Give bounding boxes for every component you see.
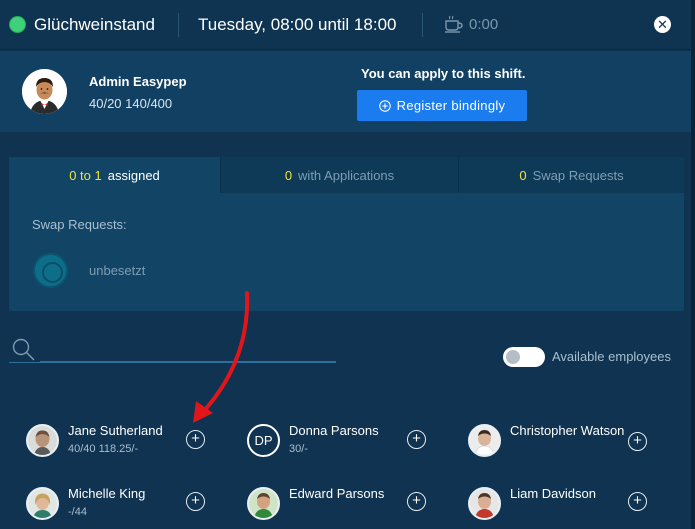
add-employee-button[interactable]: + (628, 492, 647, 511)
employee-card[interactable]: Liam Davidson (468, 483, 678, 527)
swap-requests-title: Swap Requests: (32, 217, 127, 232)
header-divider (178, 13, 179, 37)
toggle-knob (506, 350, 520, 364)
employee-name: Edward Parsons (289, 486, 385, 501)
employee-avatar (26, 487, 59, 520)
status-indicator (9, 16, 26, 33)
plus-circle-icon (378, 99, 391, 112)
plus-icon: + (191, 492, 200, 509)
avatar-illustration (22, 69, 67, 114)
search-icon (12, 338, 35, 361)
employee-name: Michelle King (68, 486, 146, 501)
shift-name: Glüchweinstand (34, 15, 155, 34)
shift-header: Glüchweinstand Tuesday, 08:00 until 18:0… (0, 0, 695, 50)
coffee-cup-icon (445, 15, 463, 33)
employee-stats: 30/- (289, 443, 308, 455)
employee-photo (470, 426, 499, 455)
shift-time: Tuesday, 08:00 until 18:00 (198, 15, 397, 34)
employee-name: Donna Parsons (289, 423, 379, 438)
employee-photo (470, 489, 499, 518)
tab-applications[interactable]: 0 with Applications (221, 157, 458, 193)
tab-label: Swap Requests (532, 167, 624, 183)
add-employee-button[interactable]: + (628, 432, 647, 451)
window-edge (691, 0, 695, 529)
employee-name: Jane Sutherland (68, 423, 163, 438)
close-icon: ✕ (657, 17, 668, 32)
employee-avatar (26, 424, 59, 457)
tab-bar: 0 to 1 assigned 0 with Applications 0 Sw… (9, 157, 684, 193)
header-divider (422, 13, 423, 37)
tab-count: 0 to 1 (69, 167, 102, 183)
close-button[interactable]: ✕ (654, 16, 671, 33)
plus-icon: + (412, 492, 421, 509)
employee-card[interactable]: Edward Parsons (247, 483, 457, 527)
tab-count: 0 (519, 167, 527, 183)
employee-photo (28, 426, 57, 455)
employee-photo (28, 489, 57, 518)
user-name: Admin Easypep (89, 74, 187, 89)
tab-count: 0 (284, 167, 293, 183)
add-employee-button[interactable]: + (186, 430, 205, 449)
apply-hint: You can apply to this shift. (361, 66, 526, 81)
plus-icon: + (633, 492, 642, 509)
plus-icon: + (633, 432, 642, 449)
search-underline (9, 362, 336, 363)
tab-swap-requests[interactable]: 0 Swap Requests (459, 157, 684, 193)
break-time: 0:00 (469, 16, 499, 33)
avatar (22, 69, 67, 114)
tab-assigned[interactable]: 0 to 1 assigned (9, 157, 220, 193)
available-employees-toggle[interactable] (503, 347, 545, 367)
assignment-panel: 0 to 1 assigned 0 with Applications 0 Sw… (9, 157, 684, 311)
employee-name: Christopher Watson (510, 423, 625, 438)
employee-card[interactable]: Michelle King -/44 (26, 483, 236, 527)
tab-label: with Applications (298, 167, 395, 183)
employee-avatar (468, 487, 501, 520)
add-employee-button[interactable]: + (407, 492, 426, 511)
unassigned-label: unbesetzt (89, 263, 146, 278)
plus-icon: + (191, 430, 200, 447)
unassigned-slot-icon[interactable] (33, 253, 68, 288)
employee-photo (249, 489, 278, 518)
available-employees-label: Available employees (552, 349, 671, 364)
tab-label: assigned (107, 167, 160, 183)
employee-avatar (247, 487, 280, 520)
current-user-bar: Admin Easypep 40/20 140/400 You can appl… (0, 51, 695, 132)
employee-avatar (468, 424, 501, 457)
employee-avatar: DP (247, 424, 280, 457)
plus-icon: + (412, 430, 421, 447)
employee-stats: 40/40 118.25/- (68, 443, 139, 455)
search-input[interactable] (40, 338, 336, 362)
user-stats: 40/20 140/400 (89, 96, 173, 111)
register-button-label: Register bindingly (396, 98, 506, 113)
employee-stats: -/44 (68, 506, 87, 518)
add-employee-button[interactable]: + (407, 430, 426, 449)
add-employee-button[interactable]: + (186, 492, 205, 511)
employee-name: Liam Davidson (510, 486, 596, 501)
register-button[interactable]: Register bindingly (357, 90, 527, 121)
